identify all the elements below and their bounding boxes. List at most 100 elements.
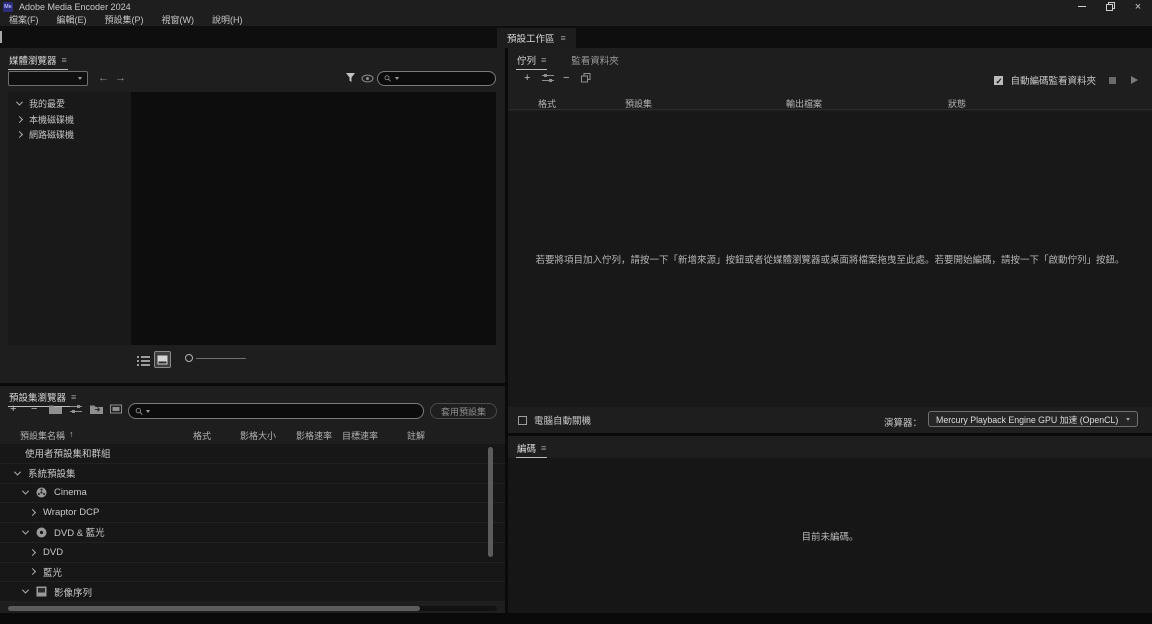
sort-ascending-icon[interactable]: ↑	[69, 429, 74, 439]
encoding-title: 編碼	[517, 441, 536, 455]
media-browser-footer	[0, 345, 505, 383]
window-title: Adobe Media Encoder 2024	[19, 2, 131, 12]
horizontal-scrollbar[interactable]	[8, 606, 420, 611]
tree-item-dvd-bluray[interactable]: DVD & 藍光	[0, 523, 505, 543]
tree-item-image-sequence[interactable]: 影像序列	[0, 582, 505, 602]
chevron-down-icon	[1126, 418, 1130, 421]
tree-item-user-presets[interactable]: 使用者預設集和群組	[0, 444, 505, 464]
renderer-dropdown[interactable]: Mercury Playback Engine GPU 加速 (OpenCL)	[928, 411, 1138, 427]
tree-item-favorites[interactable]: 我的最愛	[8, 96, 131, 112]
queue-drop-area[interactable]: 若要將項目加入佇列，請按一下「新增來源」按鈕或者從媒體瀏覽器或桌面將檔案拖曳至此…	[508, 111, 1152, 407]
workspace-tab[interactable]: 預設工作區 ≡	[497, 28, 576, 48]
caret-artifact	[0, 31, 2, 43]
forward-button[interactable]: →	[115, 72, 126, 84]
new-group-button[interactable]	[49, 404, 62, 414]
menu-preset[interactable]: 預設集(P)	[96, 13, 153, 26]
chevron-down-icon[interactable]	[16, 99, 23, 106]
preset-browser-panel: 預設集瀏覽器 ≡ + − 套用預設集 預設集名稱 ↑ 格式 影格大小 影格速率	[0, 386, 505, 613]
tree-item-local-drives[interactable]: 本機磁碟機	[8, 112, 131, 128]
back-button[interactable]: ←	[98, 72, 109, 84]
column-status[interactable]: 狀態	[948, 97, 966, 110]
auto-encode-checkbox[interactable]: ✓	[994, 76, 1003, 85]
preset-row-label: 藍光	[43, 565, 62, 579]
menu-window[interactable]: 視窗(W)	[153, 13, 204, 26]
preset-search-input[interactable]	[153, 406, 417, 416]
chevron-right-icon[interactable]	[16, 116, 23, 123]
chevron-down-icon[interactable]	[22, 488, 29, 495]
list-view-icon[interactable]	[137, 355, 150, 369]
tab-watch-folders[interactable]: 監看資料夾	[571, 50, 619, 70]
tree-item-wraptor-dcp[interactable]: Wraptor DCP	[0, 503, 505, 523]
restore-icon	[1106, 2, 1115, 11]
tree-item-system-presets[interactable]: 系統預設集	[0, 464, 505, 484]
search-icon	[384, 74, 392, 83]
column-target-rate[interactable]: 目標速率	[342, 429, 378, 442]
preset-search-box	[128, 403, 424, 419]
tree-item-cinema[interactable]: Cinema	[0, 484, 505, 504]
column-frame-size[interactable]: 影格大小	[240, 429, 276, 442]
chevron-right-icon[interactable]	[29, 549, 36, 556]
tree-item-network-drives[interactable]: 網路磁碟機	[8, 127, 131, 143]
media-files-area[interactable]	[131, 92, 496, 345]
workspace-strip: 預設工作區 ≡	[0, 26, 1152, 48]
restore-button[interactable]	[1096, 0, 1124, 13]
shutdown-checkbox[interactable]	[518, 416, 527, 425]
panel-menu-icon[interactable]: ≡	[541, 55, 546, 65]
import-preset-button[interactable]	[90, 404, 103, 414]
column-preset-name[interactable]: 預設集名稱	[20, 429, 65, 442]
preset-settings-button[interactable]	[70, 404, 82, 414]
column-format[interactable]: 格式	[538, 97, 556, 110]
chevron-down-icon[interactable]	[14, 468, 21, 475]
apply-preset-button[interactable]: 套用預設集	[430, 403, 497, 419]
minimize-button[interactable]	[1068, 0, 1096, 13]
remove-button[interactable]: −	[563, 73, 569, 84]
panel-menu-icon[interactable]: ≡	[71, 392, 76, 402]
start-queue-icon[interactable]	[1131, 76, 1138, 84]
zoom-slider-track[interactable]	[196, 358, 246, 359]
stop-queue-icon[interactable]	[1109, 77, 1116, 84]
chevron-right-icon[interactable]	[16, 131, 23, 138]
menu-edit[interactable]: 編輯(E)	[48, 13, 96, 26]
encoding-panel: 編碼 ≡ 目前未編碼。	[508, 436, 1152, 613]
chevron-down-icon[interactable]	[22, 527, 29, 534]
chevron-right-icon[interactable]	[29, 509, 36, 516]
tab-media-browser[interactable]: 媒體瀏覽器 ≡	[8, 50, 68, 70]
menu-file[interactable]: 檔案(F)	[0, 13, 48, 26]
close-button[interactable]: ×	[1124, 0, 1152, 13]
preset-row-label: Wraptor DCP	[43, 507, 99, 518]
media-source-dropdown[interactable]	[8, 71, 88, 86]
column-format[interactable]: 格式	[193, 429, 211, 442]
chevron-down-icon[interactable]	[22, 587, 29, 594]
add-source-button[interactable]: +	[524, 73, 530, 84]
panel-menu-icon[interactable]: ≡	[62, 55, 67, 65]
duplicate-button[interactable]	[581, 73, 591, 83]
preset-row-label: DVD & 藍光	[54, 525, 105, 539]
tab-preset-browser[interactable]: 預設集瀏覽器 ≡	[8, 387, 77, 407]
thumbnail-view-button[interactable]	[154, 351, 171, 368]
column-preset[interactable]: 預設集	[625, 97, 652, 110]
tab-encoding[interactable]: 編碼 ≡	[516, 438, 547, 458]
column-frame-rate[interactable]: 影格速率	[296, 429, 332, 442]
title-bar: Me Adobe Media Encoder 2024 ×	[0, 0, 1152, 13]
add-output-button[interactable]	[542, 73, 554, 83]
export-preset-button[interactable]	[110, 404, 122, 414]
panel-menu-icon[interactable]: ≡	[561, 33, 566, 43]
column-output-file[interactable]: 輸出檔案	[786, 97, 822, 110]
tree-item-dvd[interactable]: DVD	[0, 543, 505, 563]
panel-menu-icon[interactable]: ≡	[541, 443, 546, 453]
zoom-slider-knob[interactable]	[185, 354, 193, 362]
vertical-scrollbar[interactable]	[488, 447, 493, 557]
eye-icon[interactable]	[361, 74, 374, 86]
chevron-right-icon[interactable]	[29, 568, 36, 575]
column-comment[interactable]: 註解	[407, 429, 425, 442]
remove-preset-button[interactable]: −	[31, 404, 37, 415]
filter-icon[interactable]	[345, 72, 356, 86]
search-options-icon[interactable]	[146, 410, 150, 413]
tab-queue[interactable]: 佇列 ≡	[516, 50, 547, 70]
new-preset-button[interactable]: +	[10, 404, 16, 415]
tree-item-bluray[interactable]: 藍光	[0, 563, 505, 583]
search-options-icon[interactable]	[395, 77, 399, 80]
media-search-input[interactable]	[402, 74, 490, 84]
menu-help[interactable]: 說明(H)	[203, 13, 252, 26]
image-sequence-icon	[36, 586, 47, 597]
